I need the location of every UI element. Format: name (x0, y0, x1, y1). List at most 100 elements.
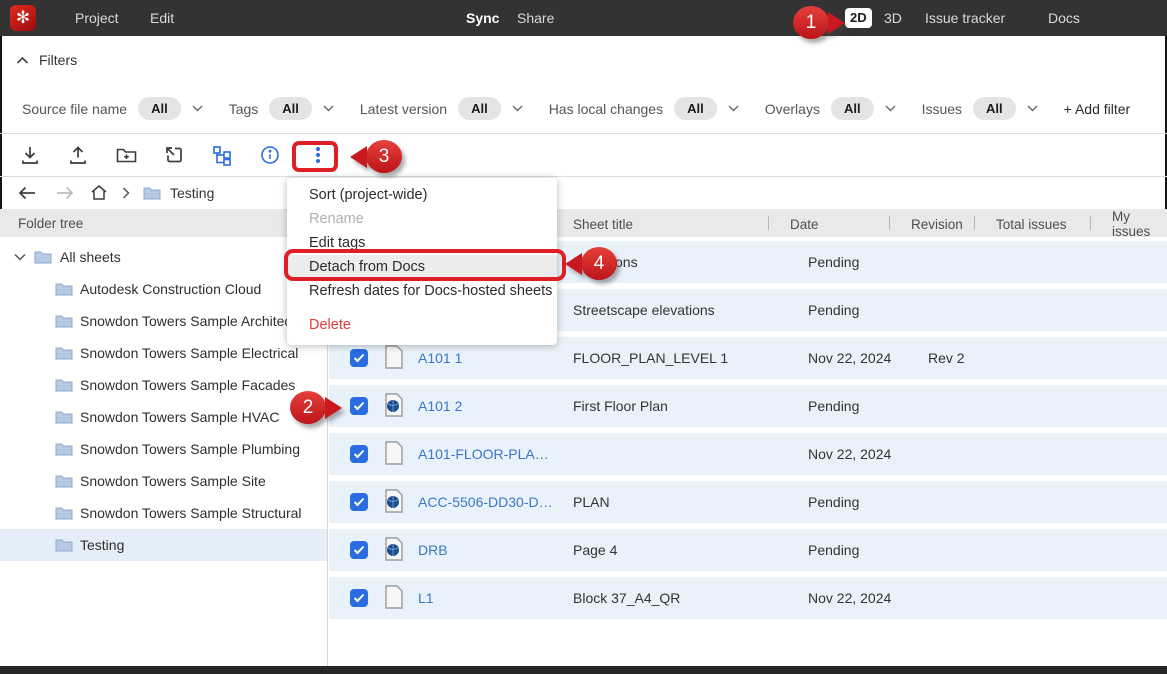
sheet-name-link[interactable]: L1 (411, 590, 556, 606)
more-options-button[interactable] (294, 136, 342, 174)
menu-sync[interactable]: Sync (466, 0, 499, 36)
filter-value-button[interactable]: All (674, 97, 717, 120)
download-icon (19, 144, 41, 166)
menu-item-delete[interactable]: Delete (287, 313, 557, 337)
sheet-file-icon (384, 489, 404, 516)
date-cell: Pending (768, 302, 889, 318)
table-row[interactable]: ACC-5506-DD30-D… PLAN Pending (329, 481, 1167, 523)
row-checkbox[interactable] (350, 493, 368, 511)
filter-label: Has local changes (549, 101, 663, 117)
tree-item-label: Snowdon Towers Sample Electrical (80, 345, 298, 361)
menu-edit[interactable]: Edit (150, 0, 174, 36)
sheet-file-icon (384, 537, 404, 564)
hierarchy-view-button[interactable] (198, 136, 246, 174)
chevron-down-icon[interactable] (1027, 105, 1038, 112)
filters-toggle[interactable]: Filters (16, 52, 77, 68)
sheet-title-cell: Streetscape elevations (556, 302, 768, 318)
menu-item-detach-from-docs[interactable]: Detach from Docs (287, 255, 557, 279)
header-revision[interactable]: Revision (889, 209, 974, 239)
chevron-down-icon[interactable] (885, 105, 896, 112)
menu-item-rename[interactable]: Rename (287, 207, 557, 231)
tree-item-folder[interactable]: Snowdon Towers Sample Facades (0, 369, 327, 401)
filters-title: Filters (39, 52, 77, 68)
chevron-down-icon[interactable] (192, 105, 203, 112)
check-icon (353, 449, 365, 459)
chevron-down-icon (14, 253, 26, 261)
menu-item-sort[interactable]: Sort (project-wide) (287, 183, 557, 207)
download-button[interactable] (6, 136, 54, 174)
tree-item-folder[interactable]: Snowdon Towers Sample Plumbing (0, 433, 327, 465)
sheet-name-link[interactable]: A101 1 (411, 350, 556, 366)
row-checkbox[interactable] (350, 397, 368, 415)
table-row[interactable]: A101-FLOOR-PLA… Nov 22, 2024 (329, 433, 1167, 475)
tree-item-label: Snowdon Towers Sample Facades (80, 377, 295, 393)
filter-value-button[interactable]: All (269, 97, 312, 120)
chevron-down-icon[interactable] (512, 105, 523, 112)
arrow-right-icon (56, 186, 74, 200)
date-cell: Pending (768, 398, 889, 414)
upload-button[interactable] (54, 136, 102, 174)
folder-icon (55, 410, 73, 424)
sheet-title-cell: First Floor Plan (556, 398, 768, 414)
sheet-name-link[interactable]: A101 2 (411, 398, 556, 414)
table-row[interactable]: DRB Page 4 Pending (329, 529, 1167, 571)
callout-number: 3 (366, 140, 402, 173)
table-row[interactable]: L1 Block 37_A4_QR Nov 22, 2024 (329, 577, 1167, 619)
tree-item-folder[interactable]: Snowdon Towers Sample Electrical (0, 337, 327, 369)
folder-icon (55, 538, 73, 552)
row-checkbox[interactable] (350, 541, 368, 559)
filter-label: Latest version (360, 101, 447, 117)
forward-button[interactable] (56, 186, 74, 200)
menu-item-refresh-dates[interactable]: Refresh dates for Docs-hosted sheets (287, 279, 557, 303)
sheet-title-cell: Page 4 (556, 542, 768, 558)
menu-docs[interactable]: Docs (1048, 0, 1080, 36)
window-frame-bottom (0, 666, 1167, 674)
chevron-down-icon[interactable] (323, 105, 334, 112)
row-checkbox[interactable] (350, 445, 368, 463)
row-checkbox[interactable] (350, 349, 368, 367)
filter-value-button[interactable]: All (973, 97, 1016, 120)
breadcrumb-current[interactable]: Testing (170, 185, 214, 201)
folder-icon (34, 250, 52, 264)
arrow-left-icon (18, 186, 36, 200)
sheet-name-link[interactable]: DRB (411, 542, 556, 558)
header-date[interactable]: Date (768, 209, 889, 239)
filter-value-button[interactable]: All (831, 97, 874, 120)
sheet-file-icon (384, 393, 404, 420)
menu-issue-tracker[interactable]: Issue tracker (925, 0, 1005, 36)
back-button[interactable] (18, 186, 36, 200)
tree-item-folder[interactable]: Snowdon Towers Sample Structural (0, 497, 327, 529)
menu-share[interactable]: Share (517, 0, 554, 36)
info-button[interactable] (246, 136, 294, 174)
home-button[interactable] (90, 184, 108, 201)
tree-item-folder[interactable]: Snowdon Towers Sample Site (0, 465, 327, 497)
menu-project[interactable]: Project (75, 0, 119, 36)
toggle-2d[interactable]: 2D (845, 8, 872, 28)
header-sheet-title[interactable]: Sheet title (556, 209, 768, 239)
tree-item-all-sheets[interactable]: All sheets (0, 241, 327, 273)
header-total-issues[interactable]: Total issues (974, 209, 1090, 239)
tree-item-folder[interactable]: Autodesk Construction Cloud (0, 273, 327, 305)
tree-item-folder[interactable]: Snowdon Towers Sample HVAC (0, 401, 327, 433)
tree-item-label: Snowdon Towers Sample Structural (80, 505, 302, 521)
tree-item-folder[interactable]: Snowdon Towers Sample Architectu (0, 305, 327, 337)
date-cell: Nov 22, 2024 (768, 350, 889, 366)
chevron-down-icon[interactable] (728, 105, 739, 112)
toggle-3d[interactable]: 3D (884, 0, 902, 36)
new-folder-button[interactable] (102, 136, 150, 174)
move-sheet-button[interactable] (150, 136, 198, 174)
header-my-issues[interactable]: My issues (1090, 209, 1167, 239)
folder-icon (55, 282, 73, 296)
sheet-title-cell: PLAN (556, 494, 768, 510)
menu-item-edit-tags[interactable]: Edit tags (287, 231, 557, 255)
add-filter-button[interactable]: + Add filter (1064, 101, 1131, 117)
app-window: ✻ Project Edit Sync Share 2D 3D Issue tr… (0, 0, 1167, 674)
row-checkbox[interactable] (350, 589, 368, 607)
sheet-name-link[interactable]: ACC-5506-DD30-D… (411, 494, 556, 510)
sheet-name-link[interactable]: A101-FLOOR-PLA… (411, 446, 556, 462)
folder-icon (55, 442, 73, 456)
table-row[interactable]: A101 2 First Floor Plan Pending (329, 385, 1167, 427)
filter-value-button[interactable]: All (138, 97, 181, 120)
filter-value-button[interactable]: All (458, 97, 501, 120)
tree-item-folder-selected[interactable]: Testing (0, 529, 327, 561)
